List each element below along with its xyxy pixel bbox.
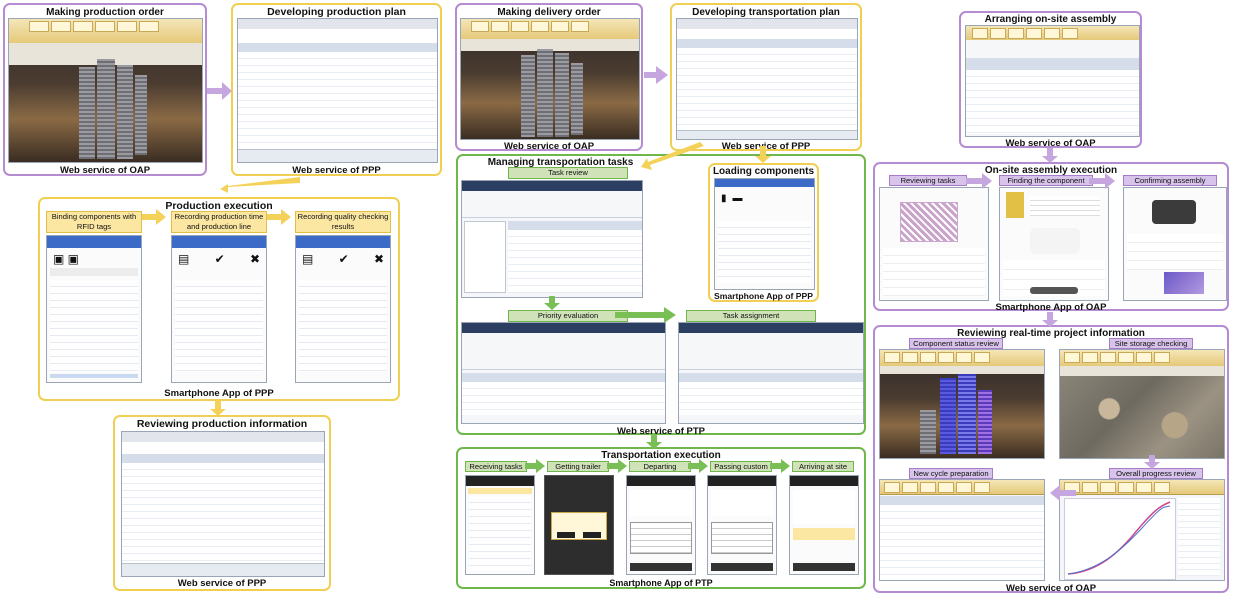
step-passing-custom: Passing custom — [710, 461, 772, 472]
panel-title: Making production order — [46, 7, 164, 18]
label-task-assignment: Task assignment — [686, 310, 816, 322]
panel-production-execution: Production execution Binding components … — [38, 197, 400, 401]
panel-title: Reviewing production information — [136, 418, 308, 430]
panel-onsite-assembly-execution: On-site assembly execution Reviewing tas… — [873, 162, 1229, 313]
panel-title: Making delivery order — [497, 7, 601, 18]
panel-loading-components: Loading components ▮ ▬ Smartphone App of … — [708, 163, 819, 302]
oap-site-storage-screenshot — [1059, 349, 1225, 459]
oap-component-status-screenshot — [879, 349, 1045, 459]
phone-screen-recording: ▤ ✔ ✖ — [171, 235, 267, 383]
phone-finding-component — [999, 187, 1109, 301]
phone-screen-binding: ▣ ▣ — [46, 235, 142, 383]
label-task-review: Task review — [508, 167, 628, 179]
step-arriving-at-site: Arriving at site — [792, 461, 854, 472]
ptp-priority-screenshot — [461, 322, 666, 424]
arrow-arranging-to-onsite — [1042, 148, 1058, 163]
panel-reviewing-production-info: Reviewing production information Web ser… — [113, 415, 331, 591]
step-departing: Departing — [629, 461, 691, 472]
phone-confirming-assembly — [1123, 187, 1227, 301]
ptp-assignment-screenshot — [678, 322, 864, 424]
panel-title: Loading components — [712, 166, 815, 177]
step-recording-time: Recording production time and production… — [171, 211, 267, 233]
panel-transportation-execution: Transportation execution Receiving tasks… — [456, 447, 866, 589]
step-reviewing-tasks: Reviewing tasks — [889, 175, 967, 186]
panel-reviewing-realtime-info: Reviewing real-time project information … — [873, 325, 1229, 594]
panel-making-delivery-order: Making delivery order Web service of OAP — [455, 3, 643, 152]
phone-custom-screen — [707, 475, 777, 575]
panel-developing-transportation-plan: Developing transportation plan Web servi… — [670, 3, 862, 152]
oap-arranging-screenshot — [965, 25, 1140, 137]
panel-caption: Smartphone App of OAP — [995, 302, 1107, 313]
step-getting-trailer: Getting trailer — [547, 461, 609, 472]
phone-screen-quality: ▤ ✔ ✖ — [295, 235, 391, 383]
label-component-status: Component status review — [909, 338, 1003, 349]
panel-title: Arranging on-site assembly — [984, 14, 1117, 25]
panel-caption: Web service of PPP — [292, 165, 381, 176]
progress-curve-icon — [1067, 501, 1171, 575]
panel-making-production-order: Making production order Web service of O… — [3, 3, 207, 176]
ppp-web-screenshot — [237, 18, 438, 163]
step-binding-rfid: Binding components with RFID tags — [46, 211, 142, 233]
label-site-storage: Site storage checking — [1109, 338, 1193, 349]
oap-delivery-screenshot — [460, 18, 640, 140]
phone-arriving-screen — [789, 475, 859, 575]
panel-title: Developing production plan — [267, 6, 406, 18]
arrow-execution-to-review — [210, 400, 226, 416]
panel-caption: Smartphone App of PTP — [609, 578, 713, 588]
phone-receiving-screen — [465, 475, 535, 575]
arrow-delivery-to-transport — [644, 66, 668, 84]
step-finding-component: Finding the component — [999, 175, 1093, 186]
phone-loading-screen: ▮ ▬ — [714, 178, 815, 290]
phone-trailer-screen — [544, 475, 614, 575]
ppp-review-screenshot — [121, 431, 325, 577]
label-new-cycle: New cycle preparation — [909, 468, 993, 479]
step-confirming-assembly: Confirming assembly — [1123, 175, 1217, 186]
panel-title: Developing transportation plan — [692, 7, 840, 18]
panel-caption: Web service of PPP — [721, 141, 811, 152]
step-recording-quality: Recording quality checking results — [295, 211, 391, 233]
panel-developing-production-plan: Developing production plan Web service o… — [231, 3, 442, 176]
label-priority-evaluation: Priority evaluation — [508, 310, 628, 322]
phone-departing-screen — [626, 475, 696, 575]
panel-caption: Web service of PTP — [617, 426, 705, 437]
panel-title: Transportation execution — [601, 450, 721, 461]
oap-web-screenshot — [8, 18, 203, 163]
panel-caption: Web service of PPP — [177, 578, 267, 589]
step-receiving-tasks: Receiving tasks — [465, 461, 527, 472]
arrow-order-to-plan — [207, 82, 232, 100]
building-model — [79, 67, 95, 159]
ptp-task-review-screenshot — [461, 180, 643, 298]
panel-arranging-onsite-assembly: Arranging on-site assembly Web service o… — [959, 11, 1142, 149]
panel-caption: Web service of OAP — [1005, 138, 1096, 149]
panel-caption: Web service of OAP — [503, 141, 595, 152]
phone-reviewing-tasks — [879, 187, 989, 301]
ppp-transport-screenshot — [676, 18, 858, 140]
panel-caption: Web service of OAP — [1005, 583, 1097, 594]
panel-caption: Smartphone App of PPP — [714, 291, 813, 301]
panel-caption: Smartphone App of PPP — [164, 388, 274, 399]
arrow-plan-to-execution — [220, 177, 300, 193]
panel-caption: Web service of OAP — [59, 165, 151, 176]
oap-new-cycle-screenshot — [879, 479, 1045, 581]
oap-overall-progress-screenshot — [1059, 479, 1225, 581]
label-overall-progress: Overall progress review — [1109, 468, 1203, 479]
